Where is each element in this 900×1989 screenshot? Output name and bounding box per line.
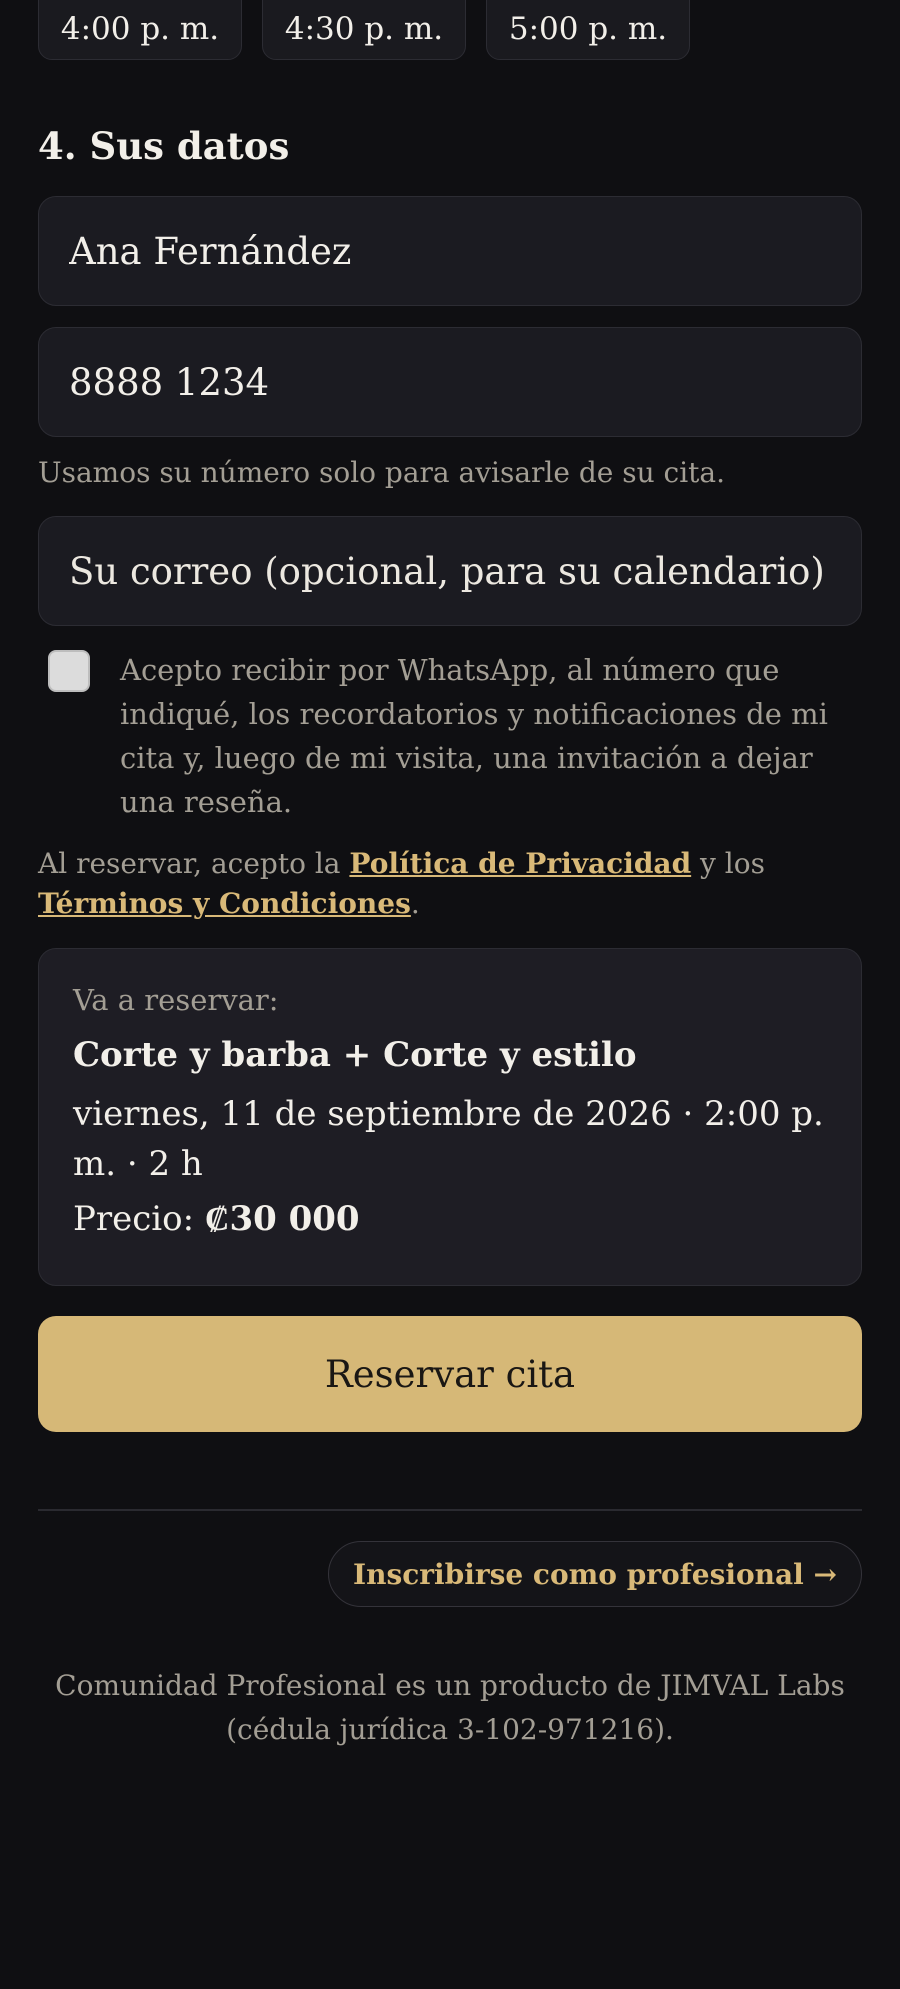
consent-checkbox[interactable] bbox=[48, 650, 90, 692]
legal-notice: Al reservar, acepto la Política de Priva… bbox=[38, 844, 862, 924]
section-title: 4. Sus datos bbox=[38, 124, 290, 168]
reserve-button[interactable]: Reservar cita bbox=[38, 1316, 862, 1432]
summary-price: Precio: ₡30 000 bbox=[73, 1199, 827, 1239]
time-slot-0[interactable]: 4:00 p. m. bbox=[38, 0, 242, 60]
name-input[interactable] bbox=[38, 196, 862, 306]
time-slot-1[interactable]: 4:30 p. m. bbox=[262, 0, 466, 60]
divider bbox=[38, 1509, 862, 1511]
legal-suffix: . bbox=[410, 887, 420, 920]
whatsapp-consent: Acepto recibir por WhatsApp, al número q… bbox=[38, 648, 862, 824]
summary-label: Va a reservar: bbox=[73, 983, 279, 1017]
email-input[interactable] bbox=[38, 516, 862, 626]
register-professional-button[interactable]: Inscribirse como profesional → bbox=[327, 1541, 862, 1607]
terms-link[interactable]: Términos y Condiciones bbox=[38, 887, 411, 920]
phone-input[interactable] bbox=[38, 327, 862, 437]
legal-prefix: Al reservar, acepto la bbox=[38, 847, 350, 880]
price-label: Precio: bbox=[73, 1199, 205, 1239]
summary-datetime: viernes, 11 de septiembre de 2026 · 2:00… bbox=[73, 1094, 824, 1184]
time-slot-2[interactable]: 5:00 p. m. bbox=[486, 0, 690, 60]
summary-service: Corte y barba + Corte y estilo bbox=[73, 1035, 637, 1075]
phone-helper-text: Usamos su número solo para avisarle de s… bbox=[38, 456, 726, 489]
booking-summary: Va a reservar: Corte y barba + Corte y e… bbox=[38, 948, 862, 1286]
time-slot-row: 4:00 p. m. 4:30 p. m. 5:00 p. m. bbox=[38, 0, 690, 60]
privacy-policy-link[interactable]: Política de Privacidad bbox=[349, 847, 691, 880]
consent-label: Acepto recibir por WhatsApp, al número q… bbox=[120, 653, 828, 819]
legal-middle: y los bbox=[691, 847, 765, 880]
price-value: ₡30 000 bbox=[204, 1199, 360, 1239]
footer-text: Comunidad Profesional es un producto de … bbox=[55, 1669, 845, 1746]
